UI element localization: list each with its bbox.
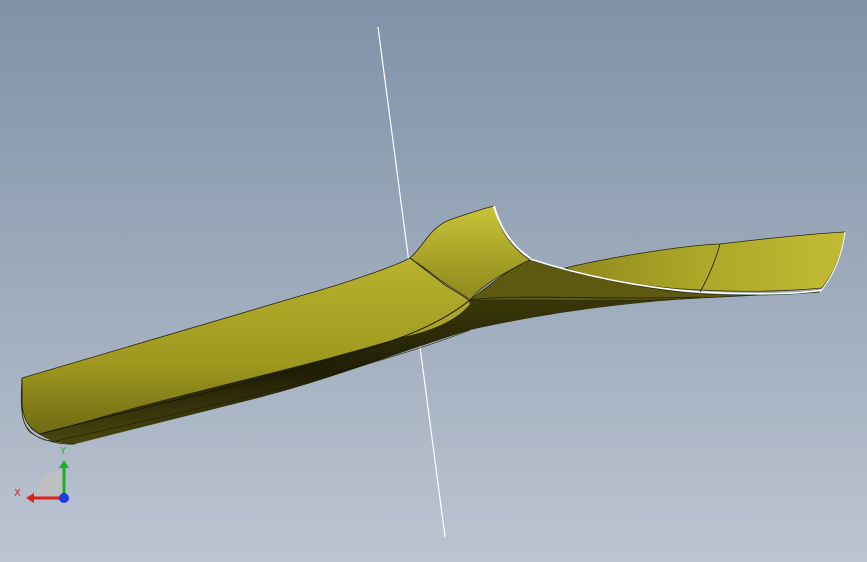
x-axis-arrowhead	[26, 493, 34, 503]
axis-triad: X Y	[14, 446, 69, 503]
graphics-viewport[interactable]: X Y	[0, 0, 867, 562]
triad-plane-quadrant	[36, 470, 64, 498]
model-scene[interactable]	[0, 0, 867, 562]
x-axis-label: X	[14, 488, 21, 499]
y-axis-arrowhead	[59, 460, 69, 468]
z-axis-dot	[59, 493, 69, 503]
y-axis-label: Y	[59, 446, 67, 457]
